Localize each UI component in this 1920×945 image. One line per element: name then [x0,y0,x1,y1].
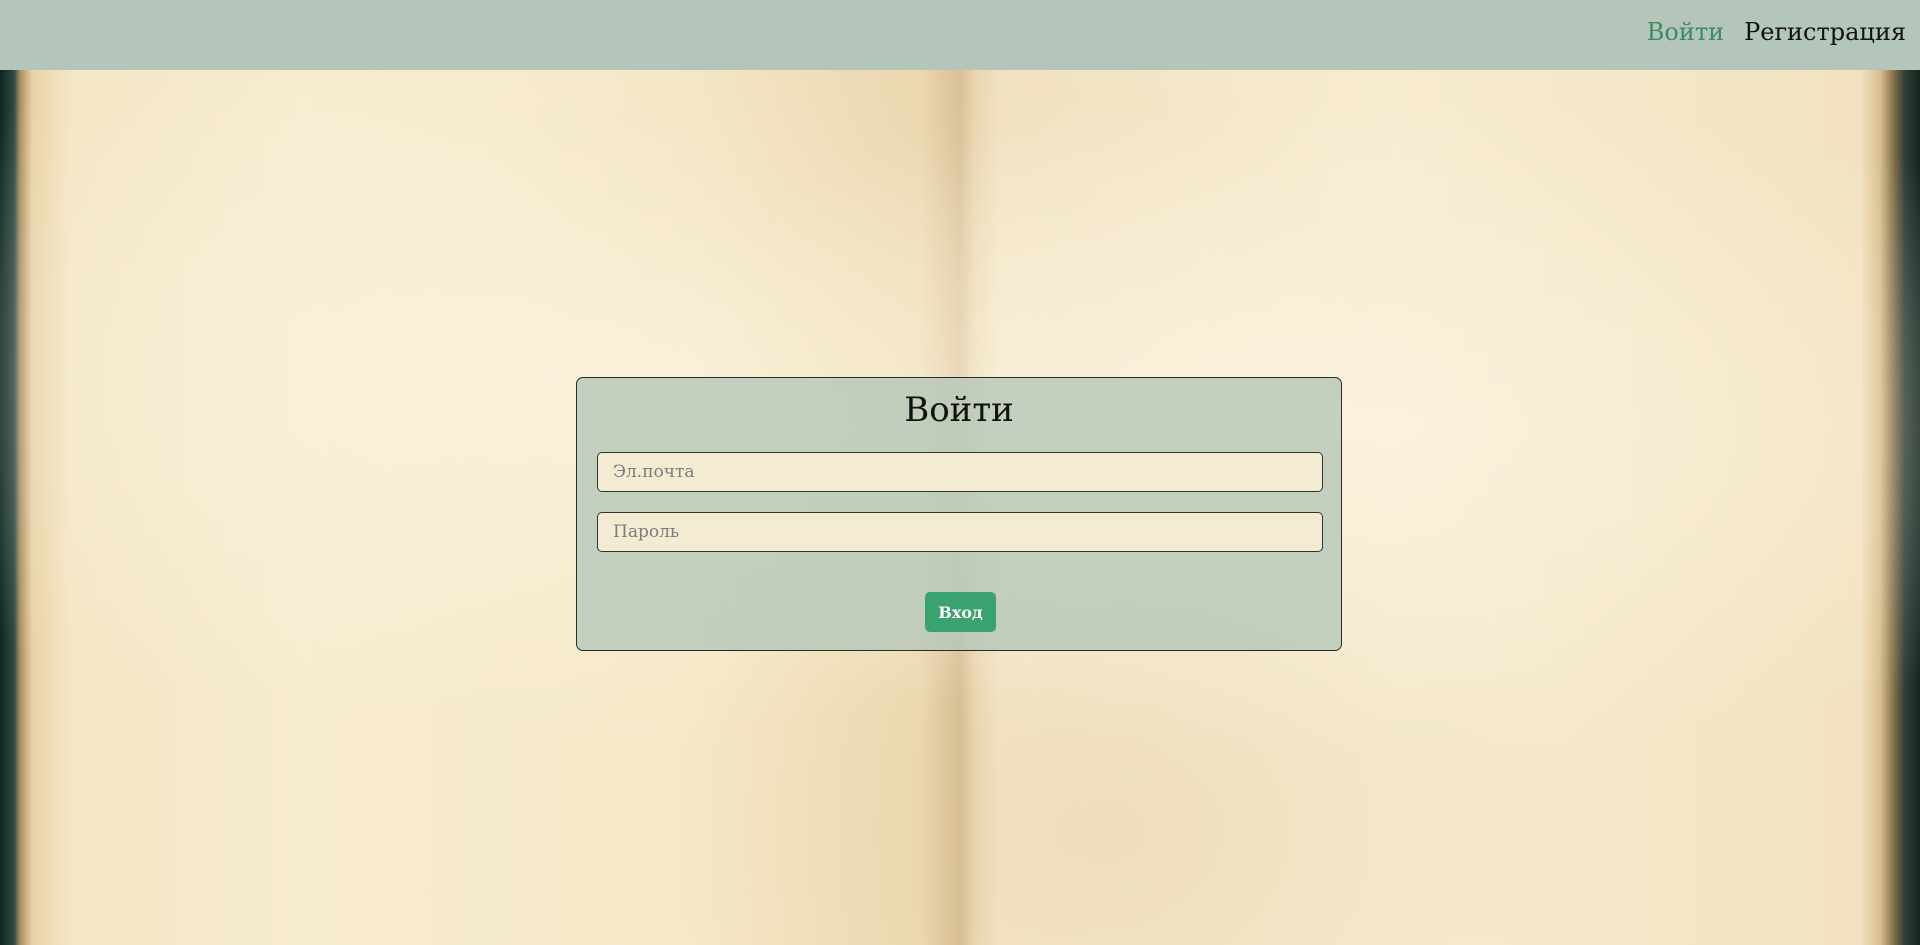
nav-links: Войти Регистрация [1647,18,1906,46]
nav-login-link[interactable]: Войти [1647,18,1724,46]
login-title: Войти [904,390,1014,430]
login-form: Войти Вход [576,377,1342,651]
top-navbar: Войти Регистрация [0,0,1920,70]
password-input[interactable] [597,512,1323,552]
email-input[interactable] [597,452,1323,492]
login-submit-button[interactable]: Вход [925,592,996,632]
nav-register-link[interactable]: Регистрация [1744,18,1906,46]
